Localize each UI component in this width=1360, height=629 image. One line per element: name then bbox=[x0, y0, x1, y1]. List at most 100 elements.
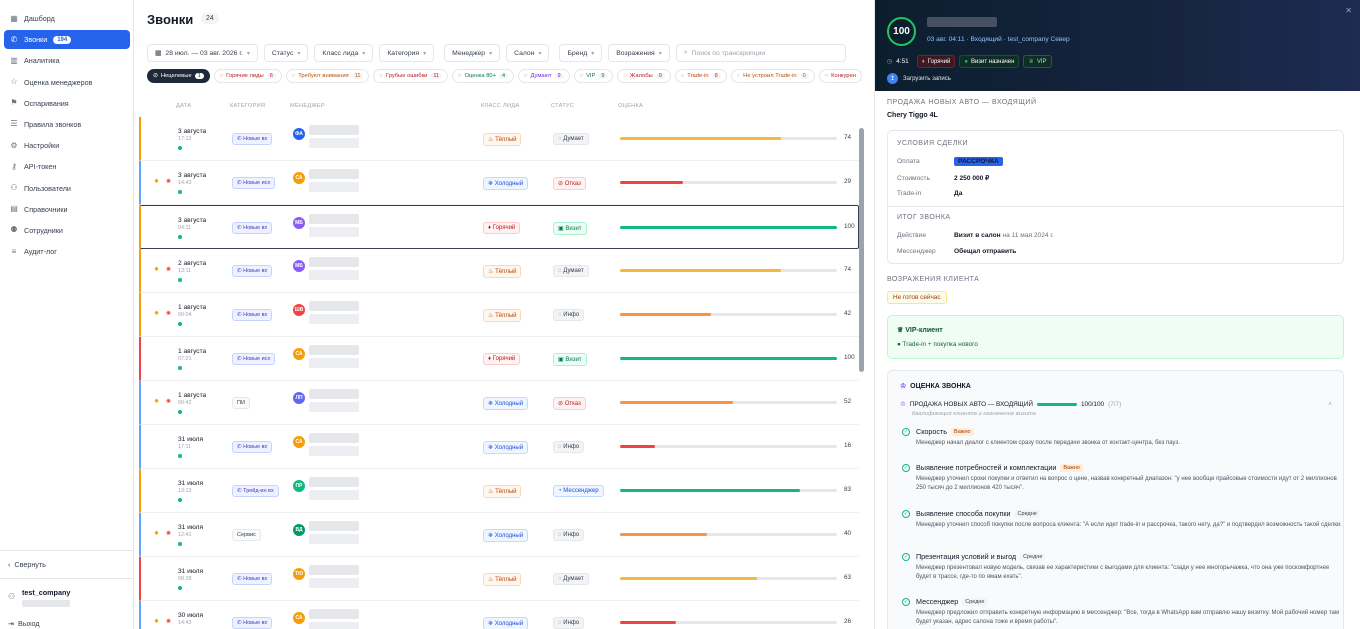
table-row[interactable]: 31 июля 17:11 ✆ Новые вх СА ❄ Холодный ◌ Инфо… bbox=[139, 425, 859, 469]
table-row[interactable]: ✸ ✺ 1 августа 00:04 ✆ Новые вх ШВ ♨ Тёплый ◌ Ин… bbox=[139, 293, 859, 337]
row-time: 14:43 bbox=[178, 620, 192, 626]
chip-icon: ◌ bbox=[680, 73, 685, 79]
date-range-label: 28 июл. — 03 авг. 2026 г. bbox=[165, 49, 243, 57]
sidebar-item-5[interactable]: ☰ Правила звонков bbox=[4, 115, 130, 134]
upload-label: Загрузить запись bbox=[903, 75, 951, 82]
sidebar-item-9[interactable]: ▤ Справочники bbox=[4, 200, 130, 219]
score-bar bbox=[620, 137, 837, 140]
date-cell: 31 июля 17:11 bbox=[178, 425, 203, 469]
status-label: Инфо bbox=[563, 532, 580, 538]
pay-value: РАССРОЧКА bbox=[954, 157, 1003, 166]
category-cell: ✆ Новые вх bbox=[232, 249, 273, 293]
sidebar-item-10[interactable]: ⚉ Сотрудники bbox=[4, 221, 130, 240]
quick-filter-chip[interactable]: ◌ Думают 9 bbox=[518, 69, 570, 83]
category-cell: ✆ Новые вх bbox=[232, 117, 273, 161]
table-row[interactable]: ✸ ✺ 31 июля 12:41 Сервис ВД ❄ Холодный ◌ Инфо 40 bbox=[139, 513, 859, 557]
eval-summary-row[interactable]: ♔ ПРОДАЖА НОВЫХ АВТО — ВХОДЯЩИЙ 100/100 … bbox=[900, 400, 1332, 409]
chip-icon: ◌ bbox=[623, 73, 627, 79]
quick-filter-chip[interactable]: ⊘ Нецелевые 1 bbox=[147, 69, 210, 83]
upload-recording-button[interactable]: ↥ Загрузить запись bbox=[887, 73, 951, 84]
criterion-header: Скорость Важно bbox=[916, 427, 1346, 436]
quick-filter-chip[interactable]: ◌ Требуют внимания 11 bbox=[285, 69, 370, 83]
quick-filter-chip[interactable]: ◌ Не устроил Trade-in 0 bbox=[730, 69, 815, 83]
category-filter[interactable]: Категория ▾ bbox=[379, 44, 435, 62]
status-dot bbox=[178, 366, 182, 370]
status-label: Визит bbox=[565, 225, 582, 232]
quick-filter-chip[interactable]: ◌ Горячие лиды 6 bbox=[213, 69, 282, 83]
quick-filter-chip[interactable]: ◌ Оценка 80+ 4 bbox=[452, 69, 515, 83]
table-row[interactable]: 31 июля 08:28 ✆ Новые вх ТЮ ♨ Тёплый ◌ Думает… bbox=[139, 557, 859, 601]
table-row[interactable]: 1 августа 07:21 ✆ Новые исх СА ♦ Горячий ▣ Ви… bbox=[139, 337, 859, 381]
sidebar-item-7[interactable]: ⚷ API-токен bbox=[4, 157, 130, 176]
manager-filter[interactable]: Менеджер ▾ bbox=[444, 44, 501, 62]
salon-filter[interactable]: Салон ▾ bbox=[506, 44, 550, 62]
sidebar-item-6[interactable]: ⚙ Настройки bbox=[4, 136, 130, 155]
logout-button[interactable]: ⇥ Выход bbox=[8, 619, 40, 628]
status-icon: ◔ bbox=[558, 488, 562, 494]
check-icon: ✓ bbox=[902, 598, 910, 606]
users-icon: ⚇ bbox=[10, 183, 18, 192]
chip-label: Горячие лиды bbox=[226, 73, 264, 79]
table-row[interactable]: 3 августа 17:12 ✆ Новые вх ФА ♨ Тёплый ◌ Дума… bbox=[139, 117, 859, 161]
row-time: 00:42 bbox=[178, 400, 192, 406]
table-row[interactable]: ✸ ✺ 1 августа 00:42 ПИ ЛП ❄ Холодный ⊘ Отказ 52 bbox=[139, 381, 859, 425]
criterion-text: Менеджер презентовал новую модель, связа… bbox=[916, 565, 1330, 580]
category-label: Новые вх bbox=[243, 620, 268, 626]
manager-name-blurred bbox=[309, 257, 359, 267]
status-dot bbox=[178, 542, 182, 546]
status-badge: ⊘ Отказ bbox=[553, 176, 586, 190]
row-time: 17:12 bbox=[178, 136, 192, 142]
sidebar-item-11[interactable]: ≡ Аудит-лог bbox=[4, 242, 130, 261]
cost-key: Стоимость bbox=[897, 175, 931, 182]
objections-filter[interactable]: Возражения ▾ bbox=[608, 44, 670, 62]
table-row[interactable]: ✸ ✺ 2 августа 13:11 ✆ Новые вх МБ ♨ Тёплый ◌ Ду… bbox=[139, 249, 859, 293]
sidebar-item-0[interactable]: ▦ Дашборд bbox=[4, 9, 130, 28]
lead-label: Тёплый bbox=[495, 136, 517, 143]
status-badge: ◌ Инфо bbox=[553, 309, 585, 321]
status-icon: ⊘ bbox=[558, 400, 564, 407]
quick-filter-chip[interactable]: ◌ VIP 9 bbox=[573, 69, 614, 83]
quick-filter-chip[interactable]: ◌ Жалобы 0 bbox=[617, 69, 671, 83]
close-icon[interactable]: ✕ bbox=[1345, 6, 1352, 15]
transcript-search-input[interactable]: ⌕ Поиск по транскрипции bbox=[675, 44, 846, 62]
collapse-button[interactable]: ‹ Свернуть bbox=[0, 550, 134, 578]
sidebar-item-8[interactable]: ⚇ Пользователи bbox=[4, 179, 130, 198]
table-row[interactable]: 3 августа 04:11 ✆ Новые вх МБ ♦ Горячий ▣ Виз… bbox=[139, 205, 859, 249]
row-date: 1 августа bbox=[178, 304, 207, 311]
score-value: 26 bbox=[844, 618, 852, 625]
table-scrollbar[interactable] bbox=[859, 128, 864, 372]
status-filter[interactable]: Статус ▾ bbox=[263, 44, 309, 62]
status-cell: ◌ Инфо bbox=[553, 513, 585, 557]
sidebar-item-4[interactable]: ⚑ Оспаривания bbox=[4, 94, 130, 113]
status-label: Думает bbox=[563, 576, 584, 582]
chevron-down-icon: ▾ bbox=[658, 50, 662, 57]
table-row[interactable]: 31 июля 13:13 ✆ Трейд-ин вх ПР ♨ Тёплый ◔ Мес… bbox=[139, 469, 859, 513]
brand-filter[interactable]: Бренд ▾ bbox=[559, 44, 603, 62]
date-cell: 30 июля 14:43 bbox=[178, 601, 203, 629]
sidebar-item-1[interactable]: ✆ Звонки 194 bbox=[4, 30, 130, 50]
lead-class-cell: ❄ Холодный bbox=[483, 513, 529, 557]
sidebar-item-2[interactable]: ▥ Аналитика bbox=[4, 51, 130, 70]
sidebar-item-3[interactable]: ☆ Оценка менеджеров bbox=[4, 73, 130, 92]
bullet-icon: ● bbox=[897, 341, 901, 348]
date-range-filter[interactable]: ▦ 28 июл. — 03 авг. 2026 г. ▾ bbox=[147, 44, 258, 62]
quick-filter-chip[interactable]: ◌ Trade-in 8 bbox=[674, 69, 727, 83]
score-bar bbox=[620, 621, 837, 624]
row-markers: ✸ ✺ bbox=[153, 531, 172, 538]
avatar: МБ bbox=[293, 217, 305, 229]
messenger-row: Мессенджер Обещал отправить bbox=[897, 248, 1016, 255]
lead-icon: ♦ bbox=[488, 356, 492, 362]
quick-filter-chip[interactable]: ◌ Конкурен bbox=[818, 69, 863, 83]
quick-filter-chip[interactable]: ◌ Грубые ошибки 11 bbox=[373, 69, 449, 83]
lead-class-filter[interactable]: Класс лида ▾ bbox=[314, 44, 374, 62]
user-block[interactable]: ⚇ test_company bbox=[0, 578, 134, 616]
table-row[interactable]: ✸ ✺ 3 августа 14:43 ✆ Новые исх СА ❄ Холодный ⊘… bbox=[139, 161, 859, 205]
status-label: Думает bbox=[563, 268, 584, 274]
manager-salon-blurred bbox=[309, 578, 359, 588]
manager-name-blurred bbox=[309, 609, 359, 619]
chip-label: Думают bbox=[530, 73, 552, 79]
chip-count: 6 bbox=[266, 73, 276, 79]
category-badge: ✆ Новые исх bbox=[232, 353, 276, 365]
table-row[interactable]: ✸ ✺ 30 июля 14:43 ✆ Новые вх СА ❄ Холодный ◌ Ин… bbox=[139, 601, 859, 629]
status-badge: ◌ Думает bbox=[553, 573, 589, 585]
